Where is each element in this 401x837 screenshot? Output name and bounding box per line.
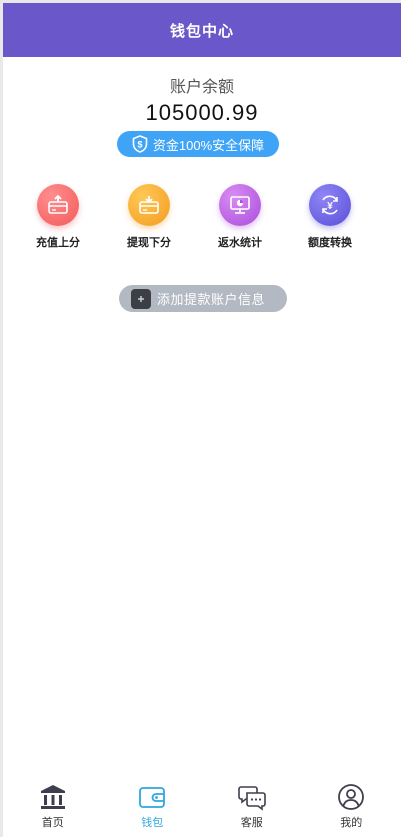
tab-service[interactable]: 客服 [202, 777, 302, 837]
tab-label: 钱包 [141, 817, 164, 829]
action-label: 返水统计 [218, 237, 262, 249]
quota-exchange-action[interactable]: ¥ 额度转换 [285, 184, 375, 250]
tab-wallet[interactable]: 钱包 [103, 777, 203, 837]
tab-home[interactable]: 首页 [3, 777, 103, 837]
plus-icon [131, 288, 151, 309]
add-withdraw-account-button[interactable]: 添加提款账户信息 [119, 285, 287, 312]
tab-label: 首页 [41, 817, 64, 829]
action-label: 额度转换 [308, 237, 352, 249]
safety-badge-text: 资金100%安全保障 [152, 137, 265, 153]
deposit-action[interactable]: 充值上分 [13, 184, 103, 250]
page-title: 钱包中心 [169, 22, 234, 40]
action-label: 充值上分 [36, 237, 80, 249]
wallet-screen: 钱包中心 账户余额 105000.99 $ 资金100%安全保障 充值上分 提现… [3, 3, 401, 837]
chat-icon [237, 786, 266, 811]
action-label: 提现下分 [127, 237, 171, 249]
tab-label: 我的 [340, 817, 363, 829]
balance-label: 账户余额 [169, 79, 234, 96]
svg-text:$: $ [137, 140, 142, 150]
quick-actions: 充值上分 提现下分 返水统计 ¥ 额度转换 [3, 184, 401, 254]
upload-card-icon [37, 184, 79, 226]
header-bar: 钱包中心 [3, 3, 401, 57]
balance-value: 105000.99 [145, 100, 259, 125]
bank-icon [40, 785, 65, 809]
add-account-label: 添加提款账户信息 [157, 292, 266, 307]
yen-exchange-icon: ¥ [309, 184, 351, 226]
svg-text:¥: ¥ [327, 201, 333, 212]
monitor-chart-icon [219, 184, 261, 226]
user-icon [338, 784, 365, 810]
rebate-stats-action[interactable]: 返水统计 [195, 184, 285, 250]
withdraw-action[interactable]: 提现下分 [104, 184, 194, 250]
tab-mine[interactable]: 我的 [302, 777, 401, 837]
download-card-icon [128, 184, 170, 226]
wallet-icon [139, 787, 166, 808]
tab-label: 客服 [240, 817, 263, 829]
bottom-tabbar: 首页 钱包 客服 我的 [3, 777, 401, 837]
shield-dollar-icon: $ [132, 135, 148, 153]
safety-badge: $ 资金100%安全保障 [117, 131, 279, 157]
